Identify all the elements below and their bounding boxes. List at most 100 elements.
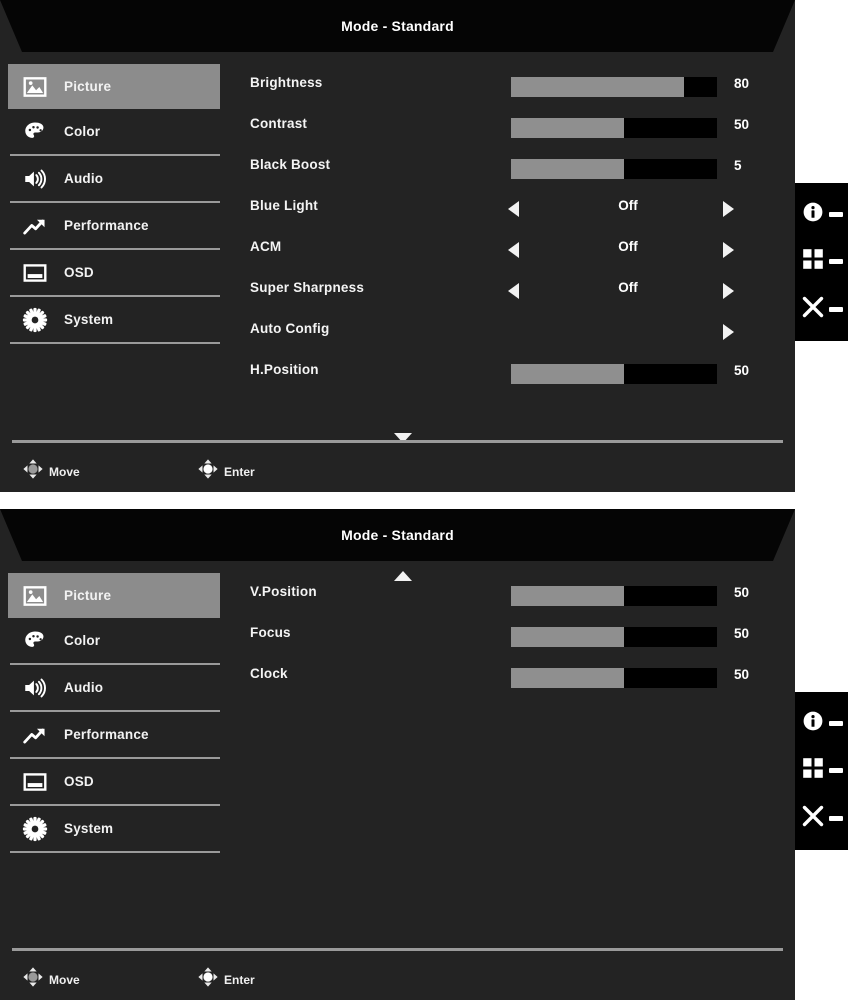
slider-fill: [511, 627, 625, 647]
speaker-icon: [20, 674, 50, 702]
settings-list: V.Position 50 Focus 50 Clock 50: [250, 573, 780, 696]
osd-panel-2: Mode - Standard Picture Color Audio Performa…: [0, 509, 795, 1000]
slider-track[interactable]: [511, 118, 717, 138]
setting-row[interactable]: Black Boost 5: [250, 146, 780, 187]
slider-track[interactable]: [511, 159, 717, 179]
shortcut-close-x-icon[interactable]: [795, 804, 848, 833]
dash-icon: [828, 212, 843, 218]
sidebar-item-label: System: [64, 312, 114, 327]
setting-label: Black Boost: [250, 157, 331, 172]
dash-icon: [828, 259, 843, 265]
dpad-filled-icon: [197, 966, 219, 993]
gear-icon: [20, 306, 50, 334]
shortcut-icon-strip: [795, 692, 848, 850]
move-hint[interactable]: Move: [22, 458, 80, 485]
sidebar-item-color[interactable]: Color: [8, 109, 220, 154]
setting-row[interactable]: Focus 50: [250, 614, 780, 655]
move-hint[interactable]: Move: [22, 966, 80, 993]
enter-hint[interactable]: Enter: [197, 966, 255, 993]
dpad-icon: [22, 966, 44, 993]
decrease-arrow-icon[interactable]: [508, 242, 519, 258]
dash-icon: [828, 815, 843, 821]
enter-hint[interactable]: Enter: [197, 458, 255, 485]
sidebar-item-picture[interactable]: Picture: [8, 64, 220, 109]
slider-track[interactable]: [511, 668, 717, 688]
trend-up-icon: [20, 212, 50, 240]
decrease-arrow-icon[interactable]: [508, 201, 519, 217]
sidebar-item-label: Color: [64, 124, 101, 139]
sidebar-item-label: Picture: [64, 79, 112, 94]
dash-icon: [828, 306, 843, 312]
footer-divider: [12, 948, 783, 951]
setting-row[interactable]: Auto Config: [250, 310, 780, 351]
sidebar-item-color[interactable]: Color: [8, 618, 220, 663]
trend-up-icon: [20, 721, 50, 749]
setting-value: 50: [734, 667, 750, 682]
increase-arrow-icon[interactable]: [723, 201, 734, 217]
increase-arrow-icon[interactable]: [723, 324, 734, 340]
setting-row[interactable]: ACM Off: [250, 228, 780, 269]
shortcut-grid-icon[interactable]: [795, 247, 848, 276]
slider-track[interactable]: [511, 586, 717, 606]
slider-track[interactable]: [511, 364, 717, 384]
sidebar-item-label: OSD: [64, 265, 94, 280]
setting-label: Super Sharpness: [250, 280, 365, 295]
sidebar-item-label: Picture: [64, 588, 112, 603]
setting-row[interactable]: Clock 50: [250, 655, 780, 696]
decrease-arrow-icon[interactable]: [508, 283, 519, 299]
osd-footer: Move Enter: [0, 440, 795, 492]
sidebar-item-performance[interactable]: Performance: [8, 712, 220, 757]
increase-arrow-icon[interactable]: [723, 242, 734, 258]
shortcut-info-icon[interactable]: [795, 709, 848, 738]
osd-panel-1: Mode - Standard Picture Color Audio Performa…: [0, 0, 795, 492]
shortcut-close-x-icon[interactable]: [795, 295, 848, 324]
setting-row[interactable]: Super Sharpness Off: [250, 269, 780, 310]
setting-value: 50: [734, 626, 750, 641]
palette-icon: [20, 627, 50, 655]
shortcut-grid-icon[interactable]: [795, 756, 848, 785]
sidebar-item-osd[interactable]: OSD: [8, 759, 220, 804]
setting-label: Contrast: [250, 116, 308, 131]
setting-label: Brightness: [250, 75, 323, 90]
osd-window-icon: [20, 259, 50, 287]
gear-icon: [20, 815, 50, 843]
setting-value: Off: [618, 280, 638, 295]
setting-label: Blue Light: [250, 198, 318, 213]
setting-value: 50: [734, 363, 750, 378]
sidebar-item-osd[interactable]: OSD: [8, 250, 220, 295]
slider-fill: [511, 668, 625, 688]
settings-list: Brightness 80 Contrast 50 Black Boost 5 Blue L…: [250, 64, 780, 392]
sidebar-item-label: Audio: [64, 680, 104, 695]
sidebar-item-picture[interactable]: Picture: [8, 573, 220, 618]
osd-footer: Move Enter: [0, 948, 795, 1000]
setting-value: 80: [734, 76, 750, 91]
setting-label: Clock: [250, 666, 288, 681]
setting-value: 5: [734, 158, 742, 173]
close-x-icon: [801, 804, 825, 833]
setting-row[interactable]: Contrast 50: [250, 105, 780, 146]
setting-row[interactable]: Brightness 80: [250, 64, 780, 105]
panel-title: Mode - Standard: [341, 527, 454, 543]
sidebar-item-audio[interactable]: Audio: [8, 156, 220, 201]
enter-hint-label: Enter: [224, 972, 255, 987]
setting-label: ACM: [250, 239, 282, 254]
close-x-icon: [801, 295, 825, 324]
speaker-icon: [20, 165, 50, 193]
sidebar-item-performance[interactable]: Performance: [8, 203, 220, 248]
scroll-up-icon[interactable]: [394, 571, 412, 581]
sidebar-item-system[interactable]: System: [8, 297, 220, 342]
grid-icon: [801, 756, 825, 785]
setting-row[interactable]: Blue Light Off: [250, 187, 780, 228]
picture-icon: [20, 582, 50, 610]
picture-icon: [20, 73, 50, 101]
setting-row[interactable]: H.Position 50: [250, 351, 780, 392]
setting-row[interactable]: V.Position 50: [250, 573, 780, 614]
slider-track[interactable]: [511, 77, 717, 97]
setting-value: 50: [734, 117, 750, 132]
increase-arrow-icon[interactable]: [723, 283, 734, 299]
sidebar-item-system[interactable]: System: [8, 806, 220, 851]
osd-screen: Mode - Standard Picture Color Audio Performa…: [0, 0, 848, 1000]
slider-track[interactable]: [511, 627, 717, 647]
shortcut-info-icon[interactable]: [795, 200, 848, 229]
sidebar-item-audio[interactable]: Audio: [8, 665, 220, 710]
